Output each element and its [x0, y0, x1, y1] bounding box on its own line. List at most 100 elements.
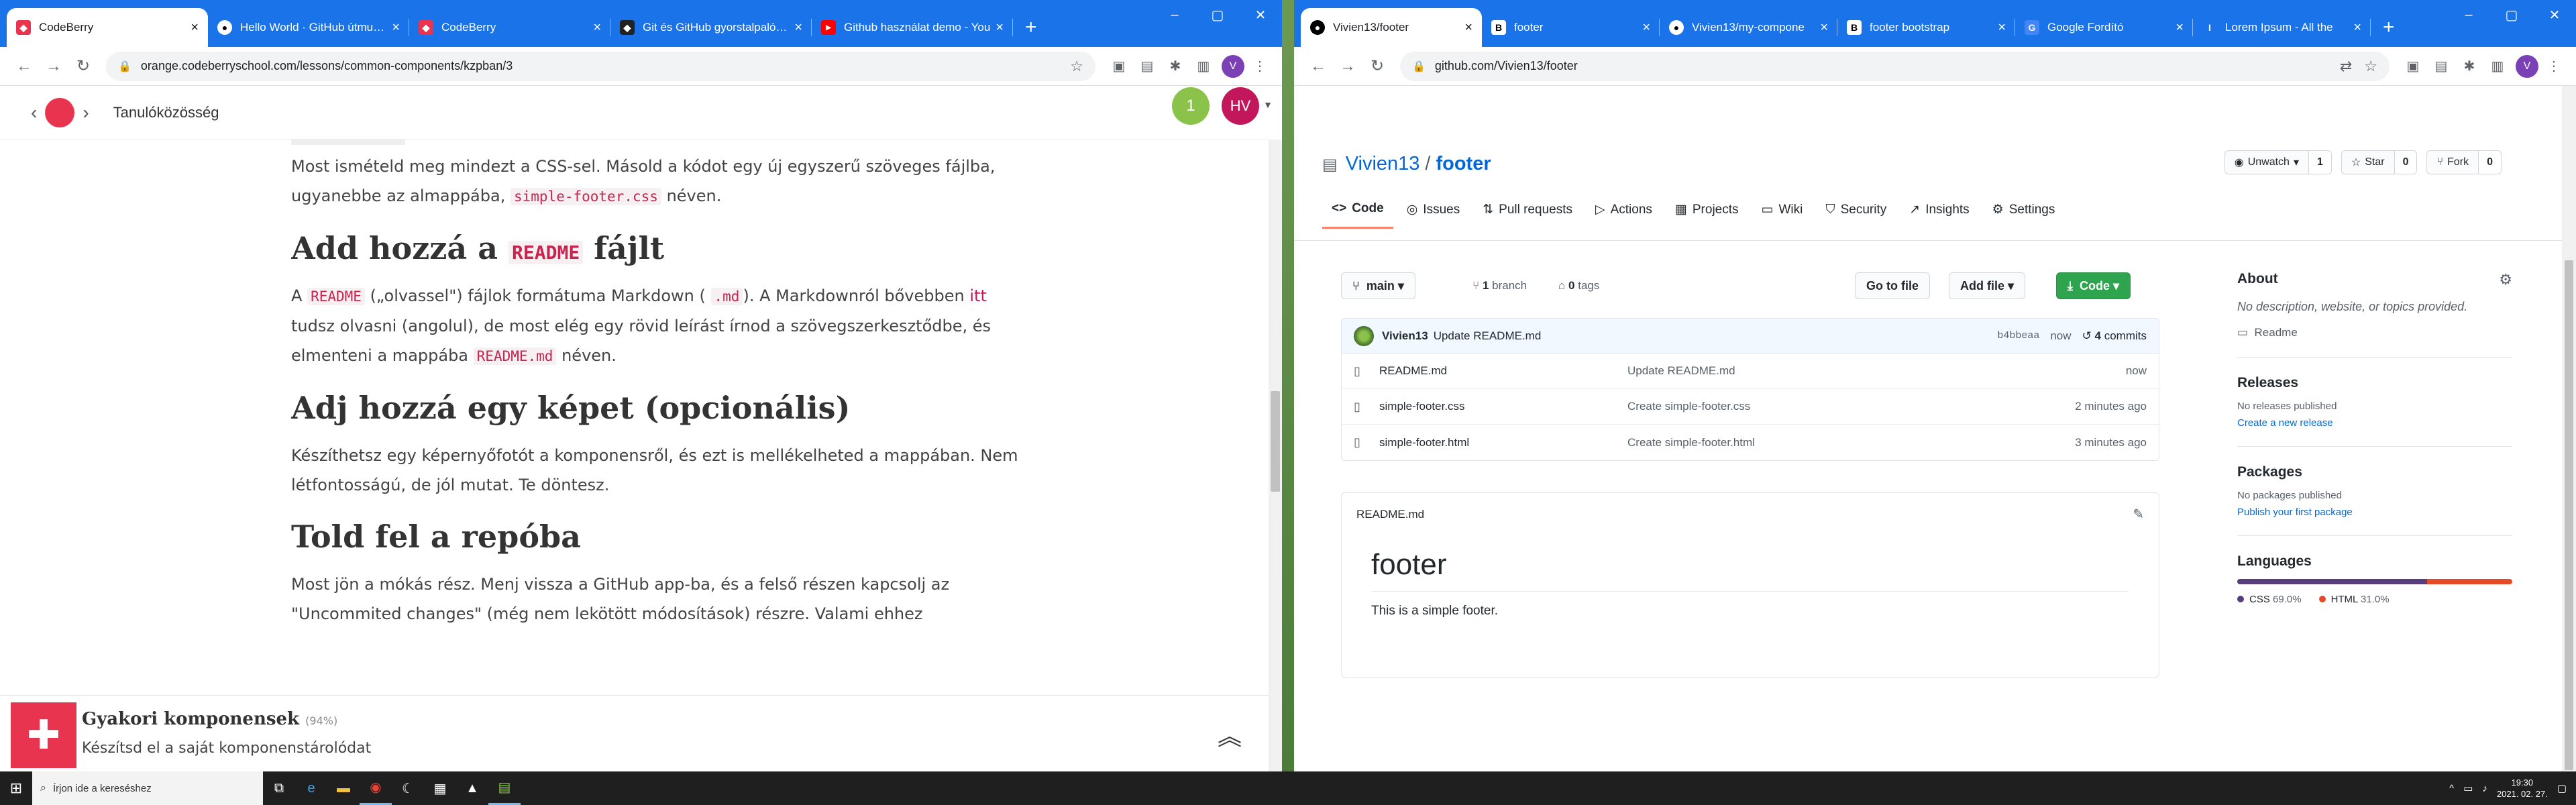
address-bar[interactable]: 🔒 orange.codeberryschool.com/lessons/comm…	[106, 51, 1095, 81]
file-commit-message[interactable]: Update README.md	[1627, 364, 2126, 378]
create-release-link[interactable]: Create a new release	[2237, 417, 2512, 429]
new-tab-button[interactable]: +	[1013, 8, 1049, 47]
close-icon[interactable]: ×	[392, 20, 400, 36]
community-link[interactable]: Tanulóközösség	[113, 104, 219, 121]
language-item[interactable]: HTML 31.0%	[2318, 594, 2390, 605]
code-button[interactable]: ⤓ Code ▾	[2056, 272, 2131, 299]
menu-icon[interactable]: ⋮	[2541, 54, 2567, 79]
tab-issues[interactable]: ◎ Issues	[1397, 193, 1470, 229]
extension-icon[interactable]: ▣	[1106, 54, 1132, 79]
tab-code[interactable]: <> Code	[1322, 193, 1393, 229]
back-icon[interactable]: ←	[1303, 52, 1333, 81]
app-icon[interactable]: ▲	[456, 771, 488, 805]
puzzle-icon[interactable]: ✱	[1163, 54, 1188, 79]
scrollbar-thumb[interactable]	[2565, 260, 2573, 770]
browser-tab[interactable]: ▶ Github használat demo - You ×	[812, 8, 1013, 47]
browser-tab[interactable]: ◆ CodeBerry ×	[409, 8, 610, 47]
avatar[interactable]	[1354, 325, 1374, 346]
menu-icon[interactable]: ⋮	[1247, 54, 1273, 79]
caret-down-icon[interactable]: ▼	[1263, 99, 1273, 110]
file-name[interactable]: simple-footer.css	[1379, 400, 1627, 413]
edge-icon[interactable]: e	[295, 771, 327, 805]
network-icon[interactable]: ▭	[2463, 782, 2473, 794]
tab-security[interactable]: ⛉ Security	[1816, 193, 1896, 229]
close-icon[interactable]: ×	[191, 20, 199, 36]
close-icon[interactable]: ×	[1464, 20, 1472, 36]
pencil-icon[interactable]: ✎	[2133, 506, 2144, 523]
windows-start-icon[interactable]: ⊞	[0, 771, 32, 805]
close-icon[interactable]: ×	[1820, 20, 1828, 36]
close-icon[interactable]: ×	[1642, 20, 1650, 36]
browser-tab[interactable]: ● Hello World · GitHub útmutató ×	[208, 8, 409, 47]
unwatch-button[interactable]: ◉ Unwatch ▾ 1	[2224, 150, 2332, 174]
tags-link[interactable]: ⌂ 0 tags	[1558, 279, 1599, 292]
go-to-file-button[interactable]: Go to file	[1855, 272, 1930, 299]
calculator-icon[interactable]: ▦	[424, 771, 456, 805]
reload-icon[interactable]: ↻	[68, 52, 98, 81]
minimize-icon[interactable]: –	[1153, 0, 1196, 30]
readme-link[interactable]: ▭ Readme	[2237, 326, 2512, 339]
browser-tab[interactable]: ● Vivien13/my-compone ×	[1660, 8, 1837, 47]
translate-page-icon[interactable]: ⇄	[2340, 58, 2352, 75]
close-icon[interactable]: ×	[2176, 20, 2184, 36]
browser-tab[interactable]: I Lorem Ipsum - All the ×	[2193, 8, 2371, 47]
tab-actions[interactable]: ▷ Actions	[1586, 193, 1662, 229]
extension-icon[interactable]: ▥	[2485, 54, 2510, 79]
volume-icon[interactable]: ♪	[2482, 783, 2487, 794]
chevron-right-icon[interactable]: ›	[83, 102, 89, 123]
commit-sha[interactable]: b4bbeaa	[1997, 330, 2039, 341]
level-badge[interactable]: 1	[1172, 87, 1210, 125]
file-commit-message[interactable]: Create simple-footer.css	[1627, 400, 2075, 413]
browser-tab[interactable]: Bfooter ×	[1482, 8, 1660, 47]
commit-message[interactable]: Update README.md	[1434, 329, 1542, 343]
tab-projects[interactable]: ▦ Projects	[1666, 193, 1748, 229]
maximize-icon[interactable]: ▢	[2490, 0, 2533, 30]
folder-icon[interactable]: ▬	[327, 771, 360, 805]
chrome-icon[interactable]: ◉	[360, 771, 392, 805]
close-icon[interactable]: ×	[996, 20, 1004, 36]
puzzle-icon[interactable]: ✱	[2457, 54, 2482, 79]
reload-icon[interactable]: ↻	[1362, 52, 1392, 81]
gear-icon[interactable]: ⚙	[2499, 271, 2512, 288]
profile-avatar[interactable]: V	[2516, 54, 2538, 78]
add-file-button[interactable]: Add file ▾	[1949, 272, 2026, 299]
section-title[interactable]: Packages	[2237, 464, 2512, 480]
star-button[interactable]: ☆ Star 0	[2341, 150, 2418, 174]
close-icon[interactable]: ×	[2353, 20, 2361, 36]
profile-avatar[interactable]: V	[1222, 54, 1244, 78]
browser-tab[interactable]: G Google Fordító ×	[2015, 8, 2193, 47]
browser-tab[interactable]: Bfooter bootstrap ×	[1837, 8, 2015, 47]
minimize-icon[interactable]: –	[2447, 0, 2490, 30]
file-name[interactable]: README.md	[1379, 364, 1627, 378]
extension-icon[interactable]: ▥	[1191, 54, 1216, 79]
section-title[interactable]: Releases	[2237, 375, 2512, 391]
extension-icon[interactable]: ▤	[1134, 54, 1160, 79]
markdown-link[interactable]: itt	[969, 286, 987, 305]
notification-icon[interactable]: ▢	[2557, 782, 2567, 794]
tab-pull-requests[interactable]: ⇅ Pull requests	[1473, 193, 1582, 229]
file-commit-message[interactable]: Create simple-footer.html	[1627, 436, 2075, 449]
commits-link[interactable]: ↺ 4 commits	[2082, 329, 2147, 343]
close-icon[interactable]: ✕	[1239, 0, 1282, 30]
close-icon[interactable]: ✕	[2533, 0, 2576, 30]
taskbar-search[interactable]: ⌕ Írjon ide a kereséshez	[32, 771, 263, 805]
commit-author[interactable]: Vivien13	[1382, 329, 1428, 343]
forward-icon[interactable]: →	[1333, 52, 1362, 81]
star-icon[interactable]: ☆	[2364, 58, 2377, 75]
forward-icon[interactable]: →	[39, 52, 68, 81]
browser-tab[interactable]: ◆ CodeBerry ×	[7, 8, 208, 47]
scrollbar[interactable]	[1269, 140, 1282, 771]
browser-tab[interactable]: ● Vivien13/footer ×	[1301, 8, 1482, 47]
branch-selector[interactable]: ⑂ main ▾	[1341, 272, 1415, 299]
codeberry-logo[interactable]	[45, 97, 75, 127]
repo-name-link[interactable]: footer	[1436, 153, 1491, 174]
back-icon[interactable]: ←	[9, 52, 39, 81]
app-icon[interactable]: ☾	[392, 771, 424, 805]
clock[interactable]: 19:30 2021. 02. 27.	[2497, 777, 2548, 800]
close-icon[interactable]: ×	[1998, 20, 2006, 36]
file-name[interactable]: simple-footer.html	[1379, 436, 1627, 449]
extension-icon[interactable]: ▣	[2400, 54, 2426, 79]
close-icon[interactable]: ×	[593, 20, 601, 36]
tab-settings[interactable]: ⚙ Settings	[1983, 193, 2065, 229]
browser-tab[interactable]: ◆ Git és GitHub gyorstalpaló · A ×	[610, 8, 812, 47]
